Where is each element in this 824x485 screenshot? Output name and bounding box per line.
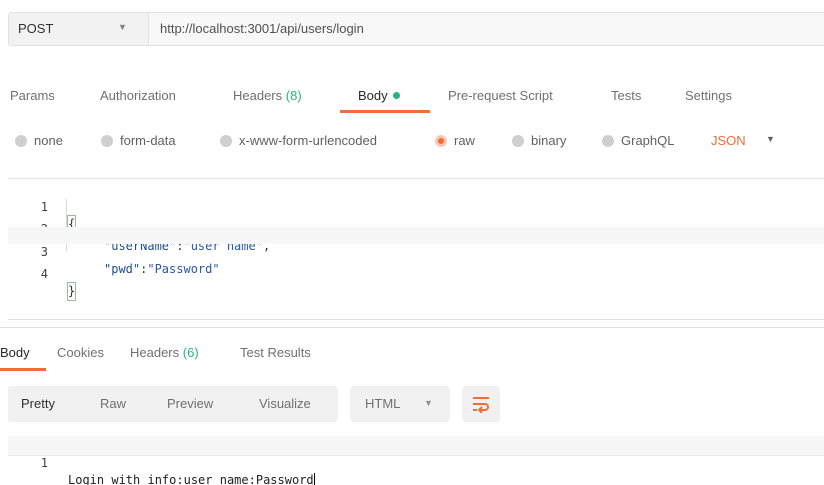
panel-divider[interactable]: [0, 327, 824, 328]
tab-body[interactable]: Body: [358, 88, 400, 103]
line-number: 4: [40, 267, 48, 281]
tab-authorization[interactable]: Authorization: [100, 88, 176, 103]
modified-dot-icon: [392, 92, 400, 99]
visualize-button[interactable]: Visualize: [259, 396, 311, 411]
radio-none[interactable]: none: [15, 133, 63, 148]
radio-urlencoded[interactable]: x-www-form-urlencoded: [220, 133, 377, 148]
line-number: 1: [40, 456, 48, 470]
tab-headers[interactable]: Headers (8): [233, 88, 302, 103]
wrap-lines-button[interactable]: [462, 386, 500, 422]
code-text: }: [66, 282, 77, 301]
radio-form-data[interactable]: form-data: [101, 133, 176, 148]
wrap-lines-icon: [473, 397, 489, 413]
response-tab-cookies[interactable]: Cookies: [57, 345, 104, 360]
radio-urlencoded-label: x-www-form-urlencoded: [239, 133, 377, 148]
tab-settings[interactable]: Settings: [685, 88, 732, 103]
pretty-button[interactable]: Pretty: [21, 396, 55, 411]
tab-headers-count: (8): [285, 88, 302, 103]
active-tab-indicator: [340, 110, 430, 113]
tab-tests[interactable]: Tests: [611, 88, 641, 103]
text-cursor: [313, 473, 315, 485]
response-tab-headers-count: (6): [182, 345, 199, 360]
chevron-down-icon[interactable]: ▼: [118, 22, 127, 32]
url-text[interactable]: http://localhost:3001/api/users/login: [160, 21, 364, 36]
radio-raw[interactable]: raw: [435, 133, 475, 148]
radio-graphql[interactable]: GraphQL: [602, 133, 674, 148]
response-text: Login with info:user name:Password: [68, 473, 314, 485]
tab-pre-request-script[interactable]: Pre-request Script: [448, 88, 553, 103]
radio-icon: [101, 134, 113, 147]
chevron-down-icon[interactable]: ▼: [766, 134, 775, 144]
tab-headers-label: Headers: [233, 88, 283, 103]
code-line-3: 3 "pwd":"Password": [8, 227, 824, 276]
radio-raw-label: raw: [454, 133, 475, 148]
radio-icon: [512, 134, 524, 147]
radio-icon: [15, 134, 27, 147]
response-line-1[interactable]: 1 Login with info:user name:Password: [8, 438, 824, 485]
code-line-1: 1 {: [8, 182, 824, 234]
tab-params[interactable]: Params: [10, 88, 55, 103]
language-selector[interactable]: JSON: [711, 133, 746, 148]
radio-selected-icon: [435, 134, 447, 147]
raw-button[interactable]: Raw: [100, 396, 126, 411]
radio-icon: [220, 134, 232, 147]
method-label[interactable]: POST: [18, 21, 53, 36]
radio-form-data-label: form-data: [120, 133, 176, 148]
response-tab-headers-label: Headers: [130, 345, 180, 360]
preview-button[interactable]: Preview: [167, 396, 213, 411]
active-response-tab-indicator: [0, 368, 46, 371]
radio-icon: [602, 134, 614, 147]
response-text-wrap: Login with info:user name:Password: [68, 472, 315, 485]
tab-body-label: Body: [358, 88, 388, 103]
format-label[interactable]: HTML: [365, 396, 400, 411]
response-tab-body[interactable]: Body: [0, 345, 30, 360]
chevron-down-icon[interactable]: ▼: [424, 398, 433, 408]
code-line-2: 2 "userName":"user name",: [8, 204, 824, 253]
response-tab-headers[interactable]: Headers (6): [130, 345, 199, 360]
radio-none-label: none: [34, 133, 63, 148]
radio-graphql-label: GraphQL: [621, 133, 675, 148]
radio-binary-label: binary: [531, 133, 567, 148]
response-tab-test-results[interactable]: Test Results: [240, 345, 311, 360]
code-line-4: 4 }: [8, 249, 824, 301]
radio-binary[interactable]: binary: [512, 133, 566, 148]
